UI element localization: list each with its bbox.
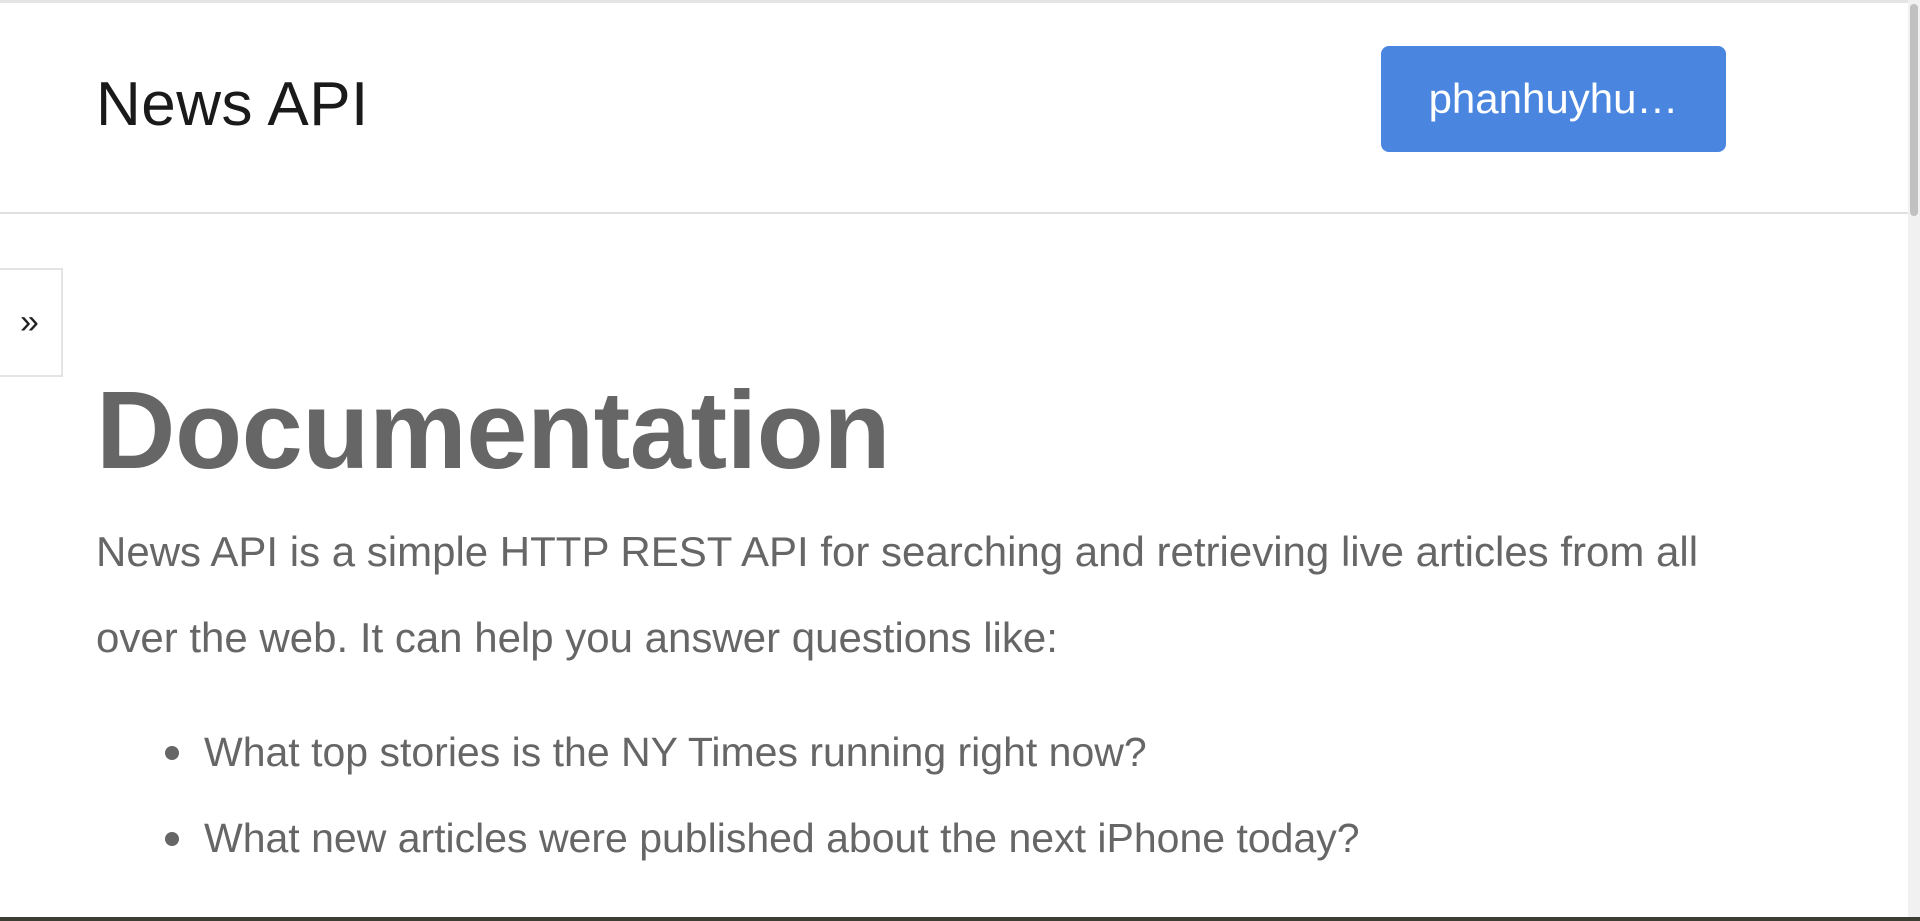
scrollbar-thumb[interactable] xyxy=(1910,4,1918,216)
page: News API phanhuyhu… » Documentation News… xyxy=(0,0,1920,921)
bottom-edge xyxy=(0,917,1920,921)
list-item: What top stories is the NY Times running… xyxy=(165,709,1756,795)
list-item: What new articles were published about t… xyxy=(165,795,1756,881)
site-header: News API phanhuyhu… xyxy=(0,3,1908,214)
question-text: What new articles were published about t… xyxy=(204,815,1360,861)
question-list: What top stories is the NY Times running… xyxy=(96,709,1756,881)
bullet-icon xyxy=(165,746,179,760)
main-content: Documentation News API is a simple HTTP … xyxy=(96,370,1756,881)
intro-paragraph: News API is a simple HTTP REST API for s… xyxy=(96,528,1699,661)
brand-logo[interactable]: News API xyxy=(96,74,369,136)
question-text: What top stories is the NY Times running… xyxy=(204,729,1147,775)
page-title: Documentation xyxy=(96,369,891,492)
bullet-icon xyxy=(165,832,179,846)
account-button[interactable]: phanhuyhu… xyxy=(1381,46,1726,152)
sidebar-toggle-button[interactable]: » xyxy=(0,268,63,377)
